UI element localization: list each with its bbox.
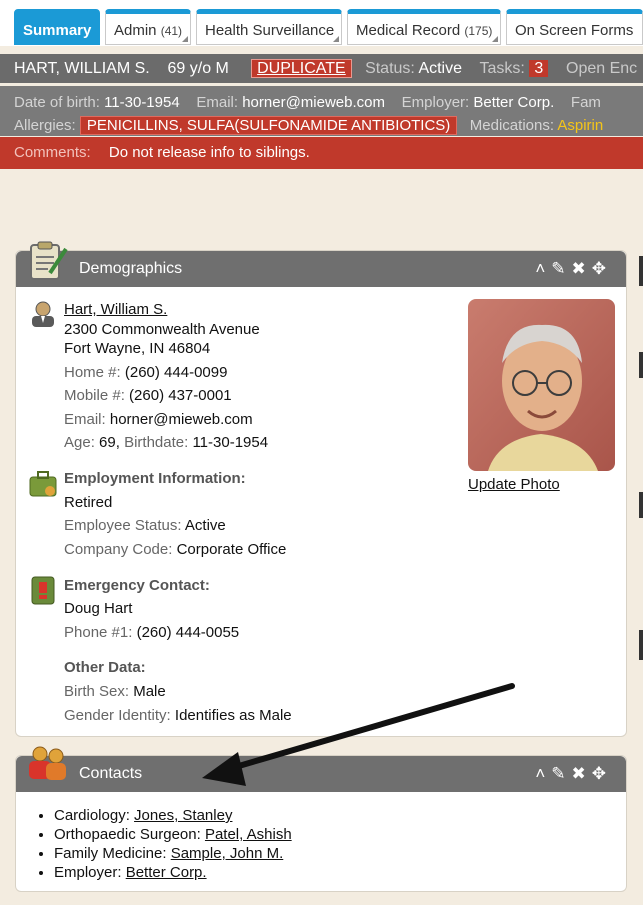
annotation-arrow-icon xyxy=(202,683,515,786)
